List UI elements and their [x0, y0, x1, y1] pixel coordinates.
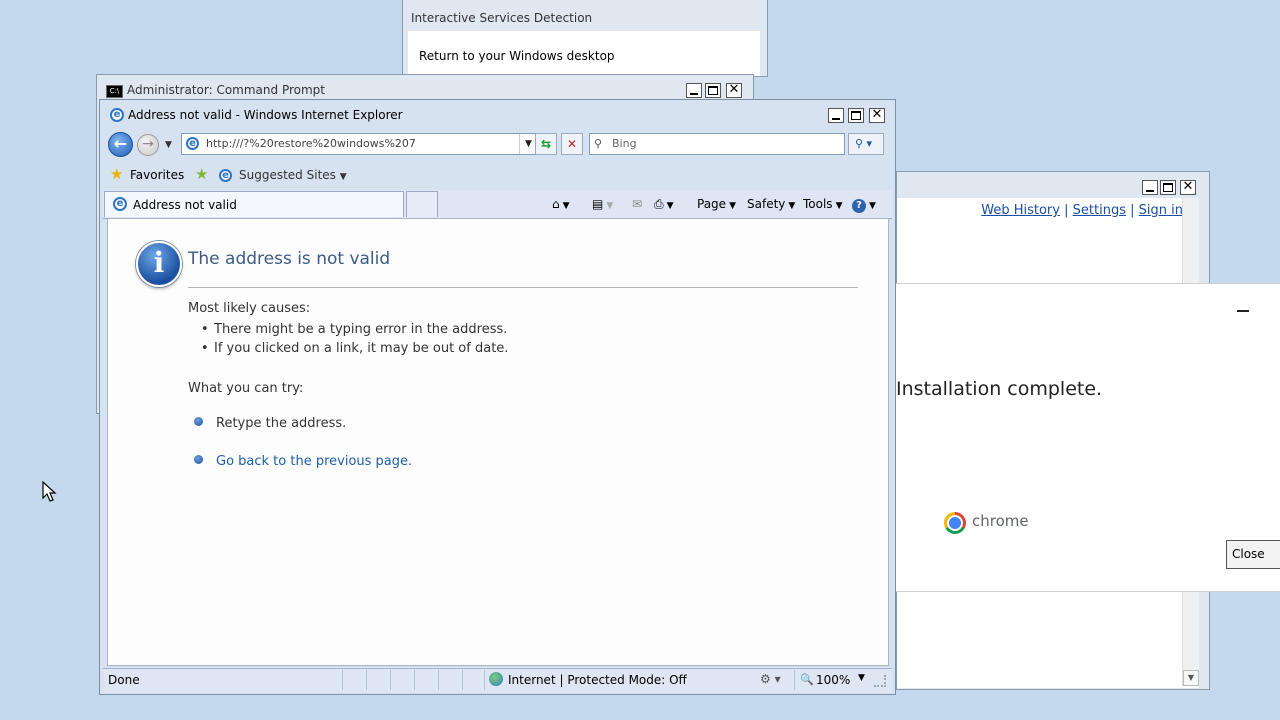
- bullet-icon: [194, 417, 203, 426]
- bg-ie-close-button[interactable]: ✕: [1180, 180, 1196, 195]
- bullet-icon: [194, 455, 203, 464]
- page-ie-icon: e: [186, 137, 199, 150]
- chevron-down-icon: ▼: [339, 172, 347, 182]
- cmd-title: Administrator: Command Prompt: [127, 83, 325, 97]
- read-mail-icon[interactable]: ✉: [632, 197, 642, 211]
- tools-menu-label: Tools: [803, 197, 833, 211]
- ie-maximize-button[interactable]: [848, 108, 864, 123]
- cmd-minimize-button[interactable]: [686, 83, 702, 98]
- tab-ie-icon: e: [113, 197, 127, 211]
- web-history-link[interactable]: Web History: [981, 203, 1060, 218]
- installer-close-button[interactable]: Close: [1226, 540, 1280, 569]
- go-back-link[interactable]: Go back to the previous page.: [216, 454, 412, 469]
- zoom-level[interactable]: 100%: [816, 673, 850, 687]
- search-icon: ⚲: [594, 137, 603, 150]
- address-input[interactable]: http:///?%20restore%20windows%207: [206, 137, 416, 150]
- stop-icon[interactable]: ✕: [561, 133, 583, 155]
- favorites-button[interactable]: Favorites: [130, 168, 184, 182]
- address-bar[interactable]: e http:///?%20restore%20windows%207 ▼: [181, 133, 538, 155]
- ie-icon: e: [110, 108, 124, 122]
- ie-close-button[interactable]: ✕: [869, 108, 885, 123]
- suggested-sites-button[interactable]: Suggested Sites ▼: [239, 168, 347, 182]
- print-button[interactable]: ⎙ ▼: [654, 197, 674, 212]
- zoom-icon: 🔍: [800, 673, 814, 686]
- causes-header: Most likely causes:: [188, 301, 311, 316]
- cause-item: There might be a typing error in the add…: [201, 322, 507, 337]
- status-segment: [438, 670, 460, 690]
- status-segment: [366, 670, 388, 690]
- cmd-icon: C:\: [106, 85, 123, 98]
- status-segment: [342, 670, 364, 690]
- ie-window: e Address not valid - Windows Internet E…: [99, 99, 896, 695]
- recent-pages-dropdown[interactable]: ▼: [165, 140, 172, 150]
- ie-minimize-button[interactable]: [828, 108, 844, 123]
- page-menu[interactable]: Page ▼: [697, 197, 736, 211]
- bg-ie-maximize-button[interactable]: [1160, 180, 1176, 195]
- info-icon: i: [136, 241, 182, 287]
- home-icon: ⌂: [552, 197, 560, 211]
- tab-label: Address not valid: [133, 198, 237, 212]
- page-content: i The address is not valid Most likely c…: [107, 218, 889, 666]
- sign-in-link[interactable]: Sign in: [1139, 203, 1183, 218]
- heading-divider: [188, 287, 858, 288]
- ie-titlebar[interactable]: e Address not valid - Windows Internet E…: [100, 100, 895, 130]
- installation-message: Installation complete.: [896, 378, 1103, 400]
- new-tab-button[interactable]: [406, 191, 438, 217]
- bg-ie-links: Web History | Settings | Sign in: [981, 203, 1183, 218]
- safety-menu-label: Safety: [747, 197, 786, 211]
- forward-arrow-icon[interactable]: →: [137, 134, 159, 156]
- ie-window-title: Address not valid - Windows Internet Exp…: [128, 108, 403, 122]
- isd-title: Interactive Services Detection: [411, 11, 593, 25]
- suggested-sites-icon: e: [219, 169, 232, 182]
- back-arrow-icon[interactable]: ←: [108, 132, 133, 157]
- zoom-dropdown-icon[interactable]: ▼: [858, 673, 865, 683]
- globe-icon: [489, 672, 503, 686]
- link-separator: |: [1130, 203, 1135, 218]
- print-icon: ⎙: [654, 197, 664, 211]
- resize-grip-icon[interactable]: [874, 675, 886, 687]
- bg-ie-minimize-button[interactable]: [1142, 180, 1158, 195]
- search-box[interactable]: ⚲ Bing: [589, 133, 845, 155]
- help-icon: ?: [852, 199, 866, 213]
- installer-minimize-button[interactable]: [1237, 310, 1249, 312]
- search-button[interactable]: ⚲ ▾: [848, 133, 884, 155]
- favorites-star-icon[interactable]: ★: [110, 165, 123, 183]
- status-segment: [462, 670, 484, 690]
- protected-mode-icon[interactable]: ⚙ ▾: [760, 672, 781, 686]
- cmd-close-button[interactable]: ✕: [726, 83, 742, 98]
- settings-link[interactable]: Settings: [1073, 203, 1126, 218]
- add-favorites-icon[interactable]: ★: [195, 165, 208, 183]
- safety-menu[interactable]: Safety ▼: [747, 197, 795, 211]
- search-input[interactable]: Bing: [612, 137, 637, 150]
- scroll-down-arrow-icon[interactable]: ▼: [1183, 670, 1199, 686]
- status-text: Done: [108, 673, 140, 687]
- chrome-brand-text: chrome: [972, 512, 1029, 530]
- status-segment: [414, 670, 436, 690]
- status-segment: [390, 670, 412, 690]
- try-header: What you can try:: [188, 381, 304, 396]
- home-button[interactable]: ⌂ ▼: [552, 197, 570, 211]
- tools-menu[interactable]: Tools ▼: [803, 197, 842, 211]
- link-separator: |: [1064, 203, 1069, 218]
- chrome-logo-icon: [944, 512, 966, 534]
- chrome-installer-dialog: Installation complete. chrome Close: [896, 283, 1280, 592]
- security-zone[interactable]: Internet | Protected Mode: Off: [508, 673, 687, 687]
- tab-address-not-valid[interactable]: e Address not valid: [104, 191, 404, 217]
- cmd-maximize-button[interactable]: [705, 83, 721, 98]
- feeds-button[interactable]: ▤ ▼: [592, 197, 613, 211]
- suggested-sites-label: Suggested Sites: [239, 168, 336, 182]
- page-menu-label: Page: [697, 197, 727, 211]
- interactive-services-window: Interactive Services Detection Return to…: [402, 0, 768, 77]
- isd-return-text[interactable]: Return to your Windows desktop: [419, 49, 615, 63]
- rss-feeds-icon: ▤: [592, 197, 604, 211]
- retype-address-text: Retype the address.: [216, 416, 347, 431]
- refresh-icon[interactable]: ⇆: [535, 133, 557, 155]
- page-title: The address is not valid: [188, 249, 391, 269]
- help-button[interactable]: ? ▼: [852, 197, 876, 213]
- cause-item: If you clicked on a link, it may be out …: [201, 341, 508, 356]
